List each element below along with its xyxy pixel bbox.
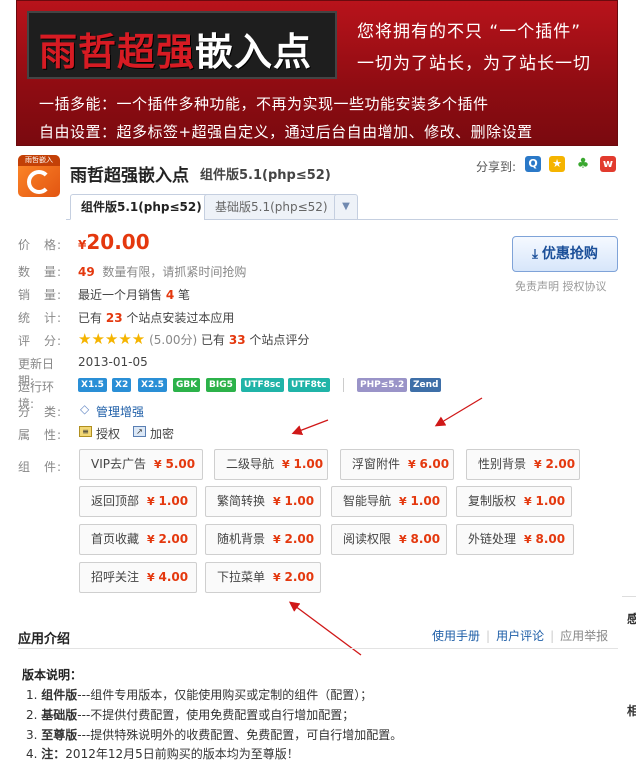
edge-text: 相	[627, 704, 636, 718]
buy-button[interactable]: ⤓ 优惠抢购	[512, 236, 618, 272]
review-link[interactable]: 用户评论	[496, 629, 544, 643]
qzone-icon[interactable]: Q	[525, 156, 541, 172]
product-title: 雨哲超强嵌入点	[70, 166, 189, 186]
comp-label: 组 件:	[18, 460, 63, 474]
banner-slogan-1: 您将拥有的不只 “一个插件”	[357, 22, 582, 42]
version-heading: 版本说明：	[22, 668, 83, 682]
annotation-arrow	[291, 419, 329, 436]
banner-title: 雨哲超强嵌入点	[39, 29, 313, 74]
env-badge: X2.5	[138, 378, 167, 392]
stats-row: 已有 23 个站点安装过本应用	[78, 311, 235, 325]
component-option[interactable]: 下拉菜单 ¥ 2.00	[205, 562, 321, 593]
env-badge: PHP≤5.2	[357, 378, 408, 392]
env-badge: BIG5	[206, 378, 236, 392]
list-item: 4. 注：2012年12月5日前购买的版本均为至尊版！	[26, 747, 299, 761]
version-tabs: 组件版5.1(php≤52) 基础版5.1(php≤52) ▼	[66, 194, 618, 220]
env-badge: GBK	[173, 378, 201, 392]
rating-row: ★★★★★ (5.00分) 已有 33 个站点评分	[78, 330, 310, 348]
category-link[interactable]: 管理增强	[96, 403, 144, 420]
tab-basic-version[interactable]: 基础版5.1(php≤52)	[204, 194, 339, 220]
tab-component-version[interactable]: 组件版5.1(php≤52)	[70, 194, 213, 220]
license-icon: ≡	[79, 426, 92, 437]
component-option[interactable]: 招呼关注 ¥ 4.00	[79, 562, 197, 593]
star-icon[interactable]: ★	[549, 156, 565, 172]
section-divider	[18, 648, 618, 649]
clover-icon[interactable]: ♣	[575, 156, 591, 172]
swirl-icon	[27, 170, 51, 194]
sales-label: 销 量:	[18, 288, 63, 302]
product-logo: 雨哲嵌入	[18, 155, 60, 197]
tag-icon: ◇	[80, 402, 90, 416]
env-badge: UTF8tc	[288, 378, 330, 392]
manual-link[interactable]: 使用手册	[432, 629, 480, 643]
list-item: 2. 基础版---不提供付费配置，使用免费配置或自行增加配置；	[26, 708, 355, 722]
component-option[interactable]: 繁简转换 ¥ 1.00	[205, 486, 321, 517]
intro-links: 使用手册 | 用户评论 | 应用举报	[432, 629, 609, 643]
component-option[interactable]: 浮窗附件 ¥ 6.00	[340, 449, 454, 480]
qty-row: 49 数量有限，请抓紧时间抢购	[78, 265, 247, 279]
category-label: 分 类:	[18, 405, 63, 419]
component-option[interactable]: 复制版权 ¥ 1.00	[456, 486, 572, 517]
price-value: ¥20.00	[78, 230, 150, 254]
env-badge: Zend	[410, 378, 442, 392]
license-link[interactable]: 授权协议	[563, 280, 607, 293]
download-icon: ⤓	[532, 247, 538, 262]
product-version: 组件版5.1(php≤52)	[200, 168, 331, 183]
banner-title-box: 雨哲超强嵌入点	[27, 11, 337, 79]
chevron-down-icon[interactable]: ▼	[334, 194, 358, 220]
encrypt-icon: ↗	[133, 426, 146, 437]
env-badge: UTF8sc	[241, 378, 284, 392]
intro-title: 应用介绍	[18, 632, 71, 647]
weibo-icon[interactable]: w	[600, 156, 616, 172]
banner-feature-1: 一插多能：一个插件多种功能，不再为实现一些功能安装多个插件	[39, 95, 489, 113]
component-option[interactable]: 返回顶部 ¥ 1.00	[79, 486, 197, 517]
rating-stars: ★★★★★	[78, 330, 146, 348]
component-option[interactable]: 二级导航 ¥ 1.00	[214, 449, 328, 480]
sales-row: 最近一个月销售 4 笔	[78, 288, 191, 302]
component-option[interactable]: 智能导航 ¥ 1.00	[331, 486, 447, 517]
share-label: 分享到:	[476, 160, 517, 174]
attr-encrypt: 加密	[150, 427, 175, 441]
promo-banner: 雨哲超强嵌入点 您将拥有的不只 “一个插件” 一切为了站长，为了站长一切 一插多…	[16, 0, 618, 146]
env-badge: X1.5	[78, 378, 107, 392]
list-item: 1. 组件版---组件专用版本，仅能使用购买或定制的组件（配置）；	[26, 688, 373, 702]
qty-label: 数 量:	[18, 265, 63, 279]
component-option[interactable]: 外链处理 ¥ 8.00	[456, 524, 574, 555]
stats-label: 统 计:	[18, 311, 63, 325]
badge-divider	[343, 378, 344, 392]
component-option[interactable]: 随机背景 ¥ 2.00	[205, 524, 321, 555]
updated-value: 2013-01-05	[78, 355, 148, 369]
annotation-arrow	[434, 397, 483, 427]
banner-slogan-2: 一切为了站长，为了站长一切	[357, 54, 591, 74]
list-item: 3. 至尊版---提供特殊说明外的收费配置、免费配置，可自行增加配置。	[26, 728, 403, 742]
rating-label: 评 分:	[18, 334, 63, 348]
attr-license: 授权	[96, 427, 121, 441]
edge-divider	[622, 596, 636, 597]
component-option[interactable]: VIP去广告 ¥ 5.00	[79, 449, 203, 480]
disclaimer-link[interactable]: 免责声明	[515, 280, 559, 293]
report-link[interactable]: 应用举报	[560, 629, 608, 643]
banner-feature-2: 自由设置：超多标签+超强自定义，通过后台自由增加、修改、删除设置	[39, 123, 533, 141]
component-option[interactable]: 性别背景 ¥ 2.00	[466, 449, 580, 480]
price-label: 价 格:	[18, 238, 63, 252]
edge-text: 感	[627, 612, 636, 626]
attr-label: 属 性:	[18, 428, 63, 442]
buy-links: 免责声明 授权协议	[515, 278, 607, 294]
env-badge: X2	[112, 378, 132, 392]
component-option[interactable]: 阅读权限 ¥ 8.00	[331, 524, 447, 555]
component-option[interactable]: 首页收藏 ¥ 2.00	[79, 524, 197, 555]
